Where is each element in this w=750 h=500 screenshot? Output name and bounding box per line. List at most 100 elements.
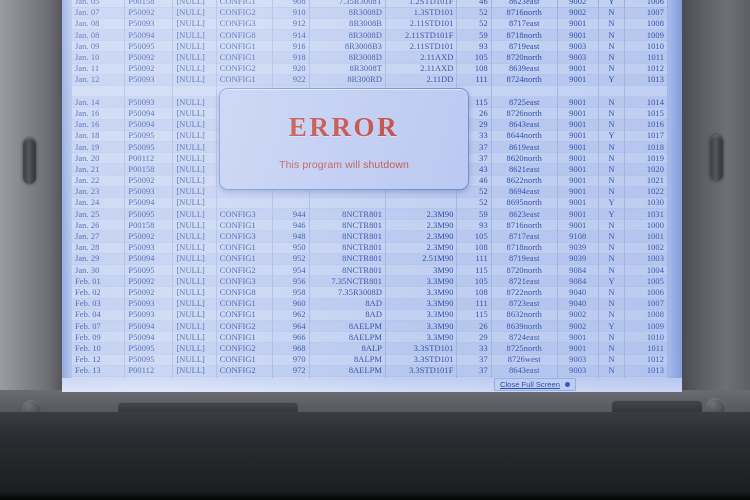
cell-qty: 111 — [456, 298, 492, 310]
cell-part: P50095 — [124, 40, 174, 53]
close-full-screen-button[interactable]: Close Full Screen — [494, 378, 576, 391]
cell-config: CONFIG1 — [216, 331, 273, 344]
cell-location: 8621east — [491, 163, 558, 176]
table-row[interactable]: Jan. 27 P50092 [NULL] CONFIG3 948 8NCTR801 2.3… — [72, 230, 668, 243]
cell-spec: 3M90 — [385, 264, 458, 277]
cell-part — [124, 85, 174, 98]
cell-id: 1001 — [624, 230, 668, 243]
cell-flag: Y — [598, 74, 626, 87]
cell-config: CONFIG1 — [216, 354, 273, 366]
cell-zone: 9001 — [557, 107, 599, 120]
cell-id: 1000 — [624, 219, 668, 232]
cell-flag: N — [598, 286, 626, 299]
cell-null_flag: [NULL] — [172, 242, 217, 254]
cell-location: 8721east — [491, 275, 558, 288]
cell-id: 1008 — [624, 309, 668, 321]
cell-location: 8723east — [491, 298, 558, 310]
error-dialog[interactable]: ERROR This program will shutdown — [219, 88, 469, 190]
cell-part: P50093 — [124, 96, 174, 109]
cell-spec: 2.11AXD — [385, 51, 458, 64]
cell-code: 7.35NCTR801 — [309, 275, 386, 288]
cell-code: 8AELPM — [309, 331, 386, 344]
cell-flag: Y — [598, 208, 626, 221]
cell-location: 8620north — [491, 152, 558, 165]
table-row[interactable]: Jan. 30 P50095 [NULL] CONFIG2 954 8NCTR801 3M9… — [72, 264, 668, 277]
cell-part: P00112 — [124, 152, 174, 165]
cell-spec: 3.3STD101 — [385, 354, 458, 366]
table-row[interactable]: Feb. 10 P50095 [NULL] CONFIG2 968 8ALP 3.3STD1… — [72, 342, 668, 355]
table-row[interactable]: Feb. 07 P50094 [NULL] CONFIG2 964 8AELPM 3.3M9… — [72, 320, 668, 333]
cell-config: CONFIG1 — [216, 74, 273, 87]
cell-null_flag: [NULL] — [172, 40, 217, 53]
cell-code: 8R3008T — [309, 63, 386, 75]
cell-num: 970 — [272, 354, 310, 366]
cell-num: 918 — [272, 51, 310, 64]
cell-flag: N — [598, 186, 626, 198]
cell-location: 8643east — [491, 119, 558, 131]
pin-icon[interactable] — [564, 382, 570, 387]
cell-date: Feb. 09 — [72, 331, 126, 344]
table-row[interactable]: Feb. 03 P50093 [NULL] CONFIG1 960 8AD 3.3M90 11… — [72, 298, 668, 310]
cell-null_flag: [NULL] — [172, 51, 217, 64]
cell-null_flag: [NULL] — [172, 107, 217, 120]
cell-qty: 108 — [456, 242, 492, 254]
cell-spec — [385, 197, 458, 210]
table-row[interactable]: Jan. 10 P50092 [NULL] CONFIG1 918 8R3008D 2.11… — [72, 51, 668, 64]
cell-null_flag: [NULL] — [172, 354, 217, 366]
table-row[interactable]: Jan. 09 P50095 [NULL] CONFIG1 916 8R3008B3 2.1… — [72, 40, 668, 53]
cell-spec: 3.3M90 — [385, 298, 458, 310]
cell-null_flag: [NULL] — [172, 197, 217, 210]
cell-part: P50092 — [124, 275, 174, 288]
cell-qty: 59 — [456, 208, 492, 221]
cell-part: P50093 — [124, 298, 174, 310]
cell-location: 8720north — [491, 51, 558, 64]
table-row[interactable]: Jan. 05 P00158 [NULL] CONFIG1 908 7.35R3008T 1… — [72, 0, 668, 8]
table-row[interactable]: Jan. 24 P50094 [NULL] 52 8695north 9001 Y 1030 — [72, 197, 668, 210]
table-row[interactable]: Jan. 29 P50094 [NULL] CONFIG1 952 8NCTR801 2.5… — [72, 253, 668, 266]
cell-part: P50093 — [124, 18, 174, 31]
table-row[interactable]: Feb. 12 P50095 [NULL] CONFIG1 970 8ALPM 3.3STD… — [72, 354, 668, 366]
cell-location: 8726west — [491, 354, 558, 366]
cell-date: Jan. 29 — [72, 253, 126, 266]
cell-id: 1016 — [624, 119, 668, 131]
table-row[interactable]: Feb. 09 P50094 [NULL] CONFIG1 966 8AELPM 3.3M9… — [72, 331, 668, 344]
cell-spec: 3.3M90 — [385, 275, 458, 288]
table-row[interactable]: Jan. 08 P50093 [NULL] CONFIG3 912 8R3008B 2.11… — [72, 18, 668, 31]
cell-qty: 93 — [456, 40, 492, 53]
cell-zone: 9001 — [557, 163, 599, 176]
lid-latch-left — [23, 138, 36, 184]
cell-config: CONFIG8 — [216, 29, 273, 42]
cell-part: P50092 — [124, 175, 174, 187]
cell-num: 944 — [272, 208, 310, 221]
table-row[interactable]: Feb. 04 P50093 [NULL] CONFIG1 962 8AD 3.3M90 11… — [72, 309, 668, 321]
cell-zone: 9001 — [557, 130, 599, 142]
cell-num: 952 — [272, 253, 310, 266]
table-row[interactable]: Jan. 08 P50094 [NULL] CONFIG8 914 8R3008D 2.11… — [72, 29, 668, 42]
cell-zone: 9001 — [557, 219, 599, 232]
data-grid[interactable]: Jan. 05 P00158 [NULL] CONFIG1 908 7.35R3008T 1… — [72, 0, 668, 392]
table-row[interactable]: Feb. 02 P50092 [NULL] CONFIG8 958 7.35R3008D 3… — [72, 286, 668, 299]
cell-config: CONFIG1 — [216, 298, 273, 310]
cell-flag: N — [598, 230, 626, 243]
cell-num: 954 — [272, 264, 310, 277]
cell-null_flag: [NULL] — [172, 130, 217, 142]
cell-zone: 9001 — [557, 197, 599, 210]
cell-location: 8644north — [491, 130, 558, 142]
table-row[interactable]: Jan. 11 P50092 [NULL] CONFIG2 920 8R3008T 2.11… — [72, 63, 668, 75]
cell-zone: 9001 — [557, 74, 599, 87]
table-row[interactable]: Feb. 01 P50092 [NULL] CONFIG3 956 7.35NCTR801… — [72, 275, 668, 288]
table-row[interactable]: Jan. 25 P50095 [NULL] CONFIG3 944 8NCTR801 2.3… — [72, 208, 668, 221]
table-row[interactable]: Jan. 07 P50092 [NULL] CONFIG2 910 8R3008D 1.3S… — [72, 7, 668, 19]
cell-flag: N — [598, 63, 626, 75]
cell-spec: 2.11STD101F — [385, 29, 458, 42]
cell-code: 8AD — [309, 298, 386, 310]
cell-location: 8722north — [491, 286, 558, 299]
cell-flag: N — [598, 354, 626, 366]
table-row[interactable]: Feb. 13 P00112 [NULL] CONFIG2 972 8AELPM 3.3ST… — [72, 365, 668, 377]
cell-part: P50092 — [124, 7, 174, 19]
cell-zone: 9001 — [557, 186, 599, 198]
table-row[interactable]: Jan. 28 P50093 [NULL] CONFIG1 950 8NCTR801 2.3… — [72, 242, 668, 254]
cell-qty: 52 — [456, 197, 492, 210]
table-row[interactable]: Jan. 26 P00158 [NULL] CONFIG1 946 8NCTR801 2.3… — [72, 219, 668, 232]
table-row[interactable]: Jan. 12 P50093 [NULL] CONFIG1 922 8R300RD 2.11… — [72, 74, 668, 87]
